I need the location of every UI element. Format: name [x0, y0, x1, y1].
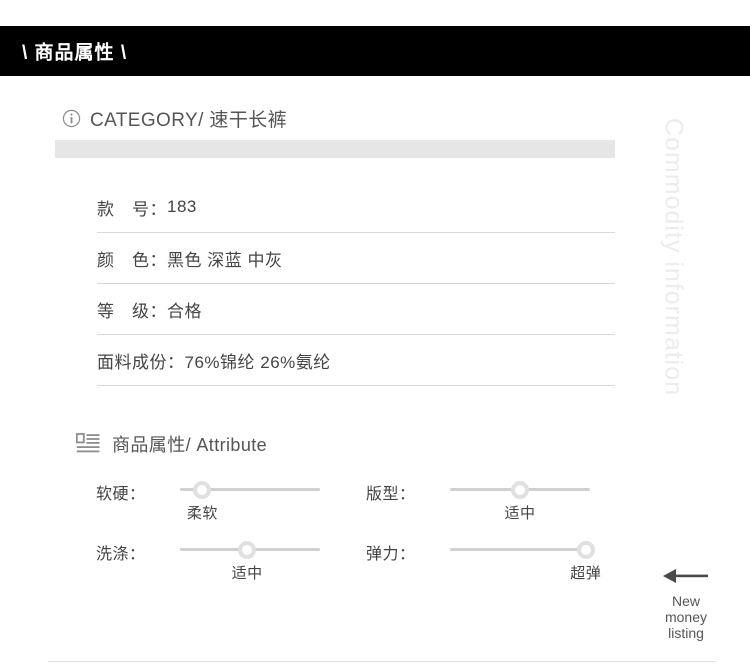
slider-knob[interactable]: [193, 480, 212, 499]
article-list-icon: [75, 433, 100, 455]
new-listing-line-2: money: [664, 609, 708, 625]
info-circle-icon: [62, 109, 81, 128]
attribute-sliders: 软硬： 柔软 版型： 适中 洗涤： 适中 弹力： 超弹: [96, 478, 636, 598]
new-listing-line-3: listing: [668, 625, 704, 641]
page-header-banner: \ 商品属性 \: [0, 26, 750, 76]
watermark-text: Commodity information: [659, 118, 688, 397]
new-listing-note: New money listing: [640, 565, 732, 641]
slider-row: 洗涤： 适中 弹力： 超弹: [96, 538, 636, 598]
slider-value: 适中: [231, 565, 263, 582]
page-title: \ 商品属性 \: [22, 42, 128, 64]
slider-track[interactable]: [450, 548, 590, 551]
category-label: CATEGORY/ 速干长裤: [90, 110, 288, 131]
slider-knob[interactable]: [238, 540, 257, 559]
slider-label: 软硬：: [96, 486, 146, 503]
bottom-divider: [48, 661, 716, 662]
category-heading: CATEGORY/ 速干长裤: [62, 105, 287, 132]
spec-list: 款 号： 183 颜 色： 黑色 深蓝 中灰 等 级： 合格 面料成份： 76%…: [97, 182, 615, 386]
slider-label: 弹力：: [366, 546, 416, 563]
slider-knob[interactable]: [511, 480, 529, 499]
spec-row: 颜 色： 黑色 深蓝 中灰: [97, 233, 615, 284]
slider-control[interactable]: [450, 538, 595, 582]
slider-value: 超弹: [570, 565, 602, 582]
spec-value: 76%锦纶 26%氨纶: [184, 352, 331, 372]
slider-value: 适中: [504, 505, 536, 522]
slider-elasticity: 弹力： 超弹: [366, 538, 636, 598]
spec-label: 面料成份：: [97, 352, 185, 372]
spec-value: 183: [167, 197, 197, 216]
slider-washing: 洗涤： 适中: [96, 538, 366, 598]
spec-row: 面料成份： 76%锦纶 26%氨纶: [97, 335, 615, 386]
slider-fit: 版型： 适中: [366, 478, 636, 538]
attribute-section-heading: 商品属性/ Attribute: [75, 431, 268, 457]
spec-label: 款 号：: [97, 199, 167, 219]
new-listing-line-1: New: [671, 593, 700, 609]
slider-label: 洗涤：: [96, 546, 146, 563]
category-gray-bar: [55, 140, 615, 158]
arrow-left-icon: [663, 565, 709, 587]
spec-label: 等 级：: [97, 301, 167, 321]
spec-row: 款 号： 183: [97, 182, 615, 233]
vertical-watermark: Commodity information: [656, 118, 690, 418]
spec-value: 黑色 深蓝 中灰: [167, 250, 283, 270]
slider-softness: 软硬： 柔软: [96, 478, 366, 538]
slider-row: 软硬： 柔软 版型： 适中: [96, 478, 636, 538]
spec-value: 合格: [167, 301, 202, 321]
new-listing-label: New money listing: [640, 593, 732, 641]
slider-knob[interactable]: [576, 540, 595, 559]
attribute-section-title: 商品属性/ Attribute: [112, 435, 268, 455]
slider-label: 版型：: [366, 486, 416, 503]
spec-row: 等 级： 合格: [97, 284, 615, 335]
slider-value: 柔软: [186, 505, 218, 522]
spec-label: 颜 色：: [97, 250, 167, 270]
